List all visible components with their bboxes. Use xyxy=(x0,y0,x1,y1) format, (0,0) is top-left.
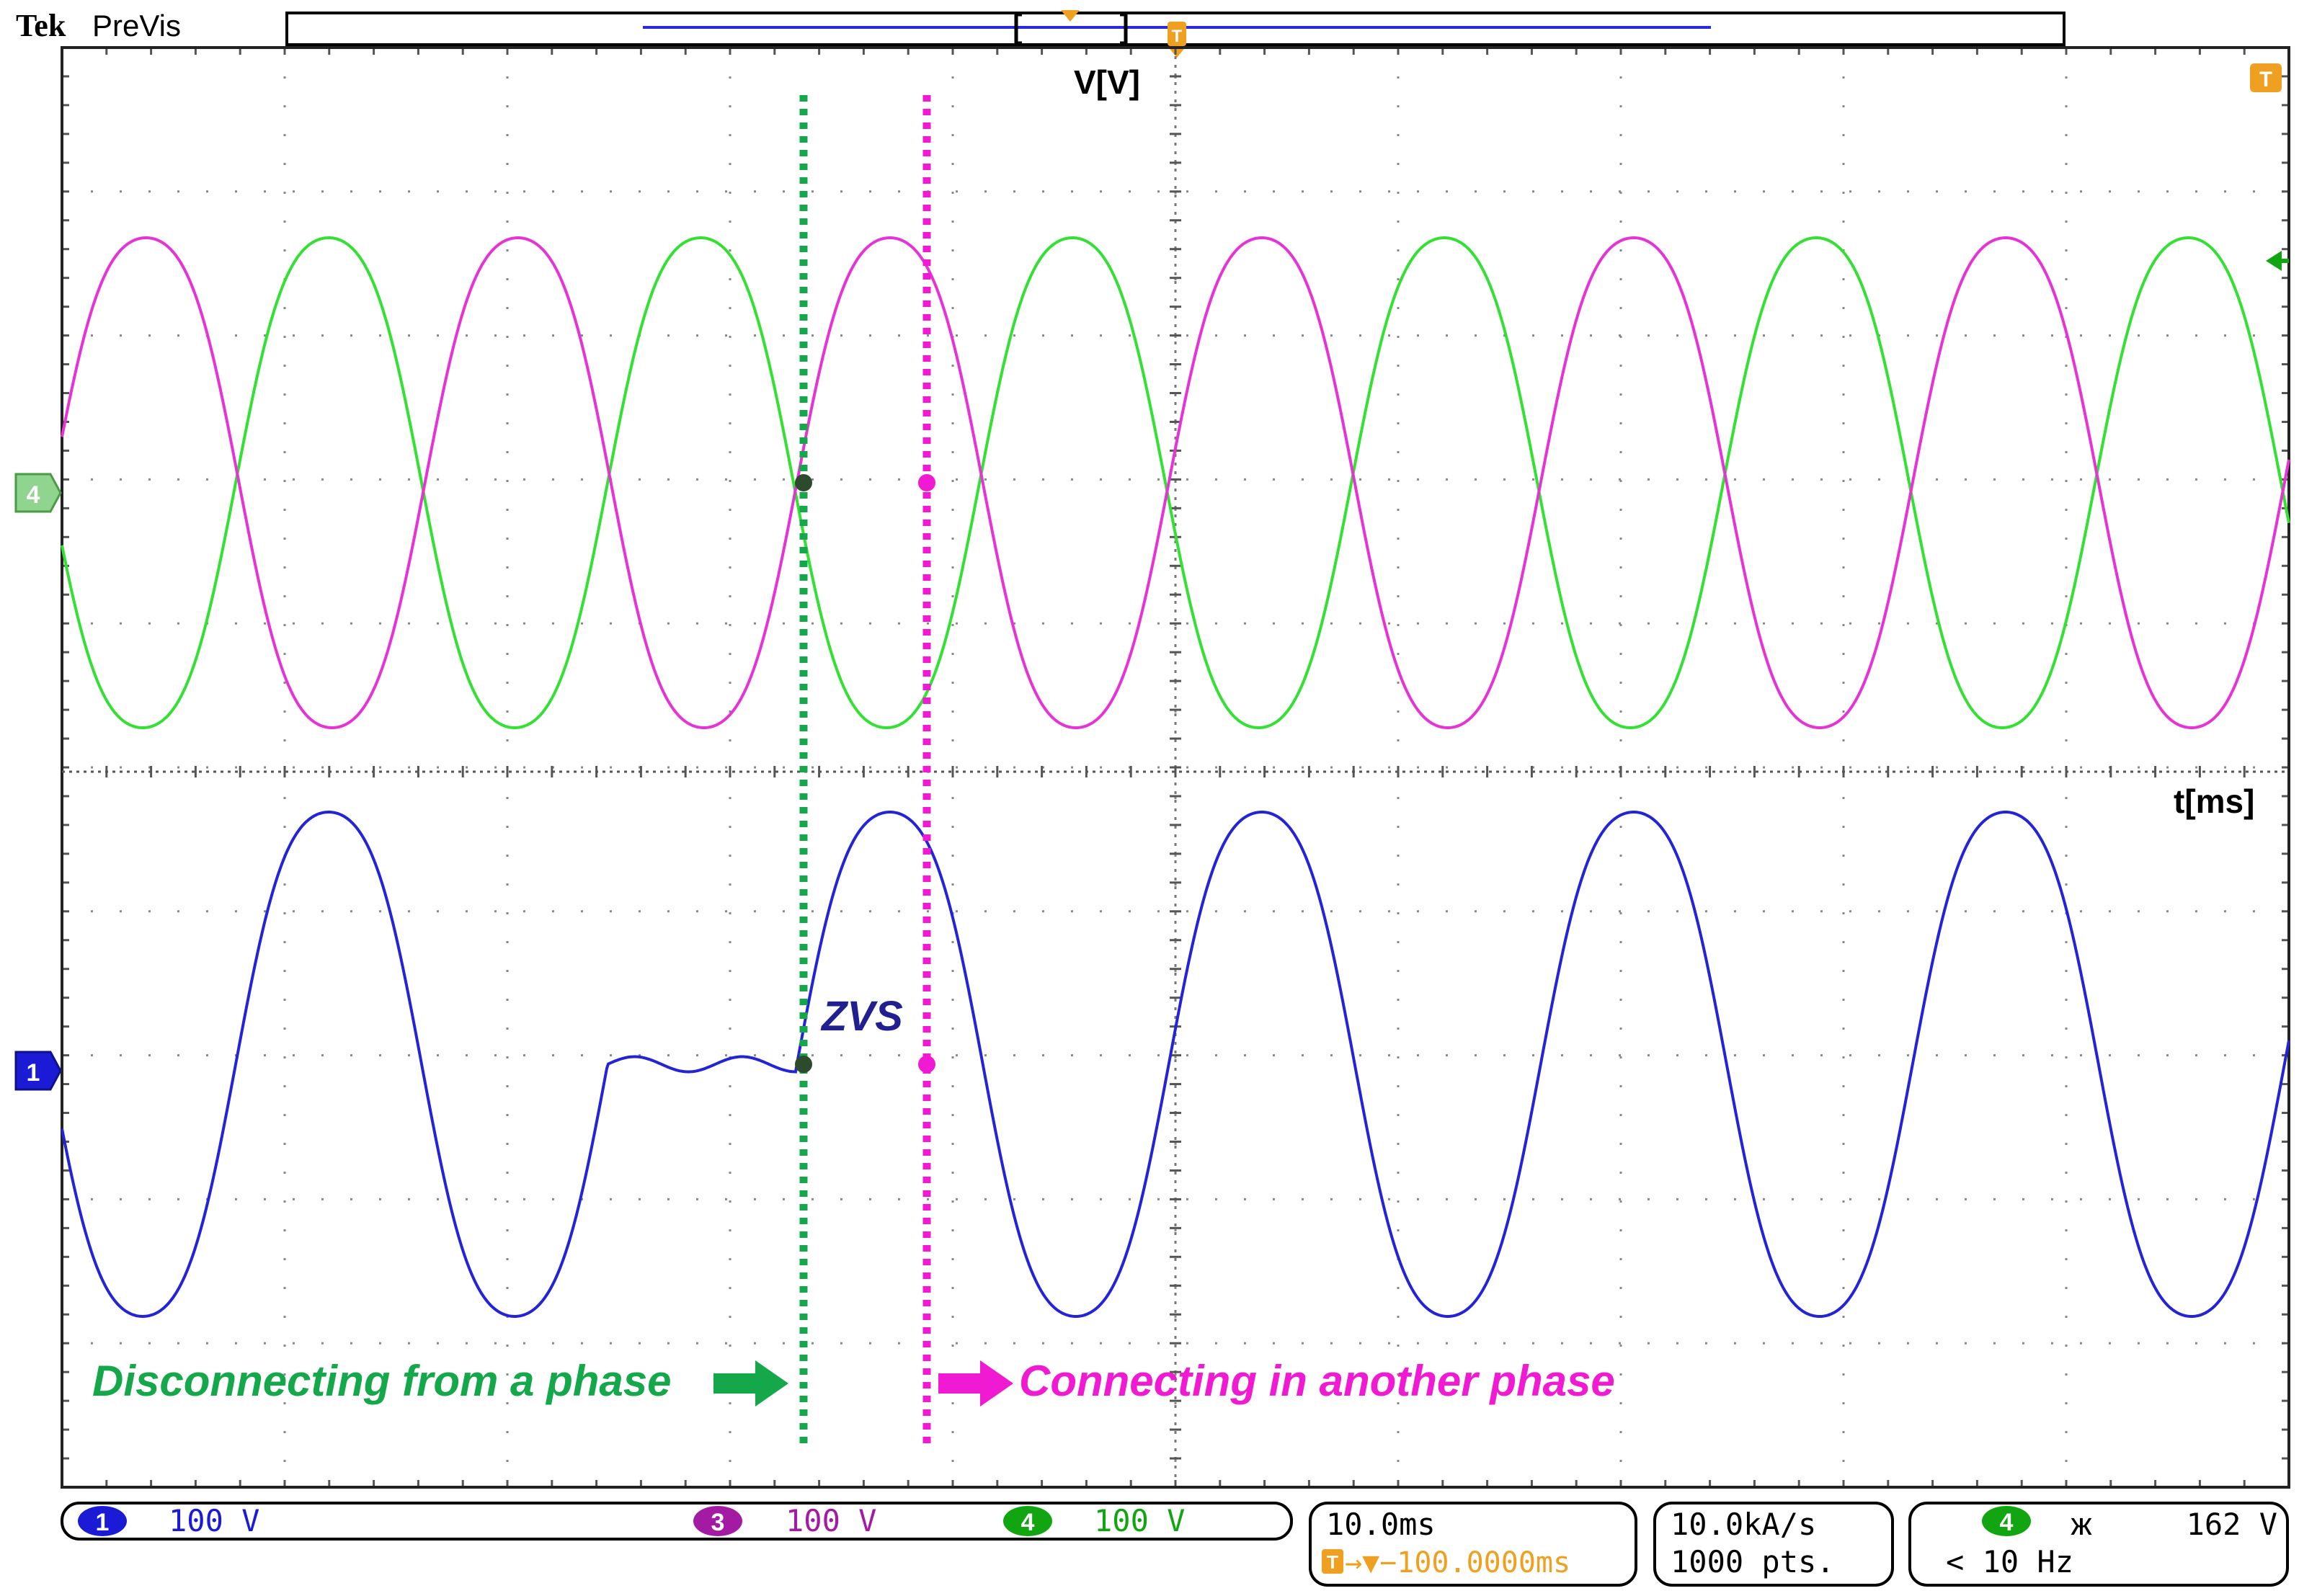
record-length: 1000 pts. xyxy=(1671,1544,1835,1579)
disconnect-caption: Disconnecting from a phase xyxy=(92,1357,672,1405)
svg-text:4: 4 xyxy=(27,481,40,509)
trigger-marker-right[interactable]: T xyxy=(2250,63,2282,92)
svg-text:4: 4 xyxy=(1021,1509,1035,1536)
ch1-readout[interactable]: 1 100 V xyxy=(78,1503,259,1538)
disconnect-point-lower xyxy=(795,1056,812,1073)
timebase-scale: 10.0ms xyxy=(1326,1507,1436,1542)
trigger-level: 162 V xyxy=(2187,1507,2277,1542)
disconnect-point-upper xyxy=(795,474,812,491)
svg-text:100 V: 100 V xyxy=(1094,1503,1185,1538)
svg-text:3: 3 xyxy=(711,1509,725,1536)
trigger-position-icon[interactable]: T xyxy=(1168,22,1186,58)
sample-rate: 10.0kA/s xyxy=(1671,1507,1816,1542)
ch4-ground-marker[interactable]: 4 xyxy=(14,473,62,513)
svg-text:→▼−100.0000ms: →▼−100.0000ms xyxy=(1345,1546,1570,1579)
trigger-position-readout[interactable]: T →▼−100.0000ms xyxy=(1322,1546,1570,1579)
acquisition-mode-label: PreVis xyxy=(92,9,181,43)
graticule xyxy=(61,46,2290,1489)
svg-text:T: T xyxy=(1327,1551,1338,1573)
connect-point-upper xyxy=(918,474,935,491)
connect-arrow-icon xyxy=(938,1360,1013,1406)
trigger-coupling-icon: ж xyxy=(2071,1507,2092,1542)
svg-text:T: T xyxy=(1172,27,1183,46)
zvs-label: ZVS xyxy=(820,993,903,1040)
x-axis-label: t[ms] xyxy=(2174,783,2254,820)
svg-text:T: T xyxy=(2259,68,2272,92)
brand-logo: Tek xyxy=(16,8,66,43)
svg-text:100 V: 100 V xyxy=(786,1503,876,1538)
svg-text:1: 1 xyxy=(27,1059,40,1087)
connect-caption: Connecting in another phase xyxy=(1019,1357,1615,1405)
y-axis-label: V[V] xyxy=(1074,63,1140,101)
connect-point-lower xyxy=(918,1056,935,1073)
trigger-frequency: < 10 Hz xyxy=(1946,1544,2073,1579)
disconnect-arrow-icon xyxy=(713,1360,788,1406)
trigger-source-badge: 4 xyxy=(1982,1506,2031,1536)
svg-text:1: 1 xyxy=(96,1509,110,1536)
ch4-readout[interactable]: 4 100 V xyxy=(1003,1503,1185,1538)
ch1-ground-marker[interactable]: 1 xyxy=(14,1051,62,1091)
svg-text:4: 4 xyxy=(2000,1509,2014,1536)
ch3-readout[interactable]: 3 100 V xyxy=(693,1503,876,1538)
svg-text:100 V: 100 V xyxy=(169,1503,259,1538)
